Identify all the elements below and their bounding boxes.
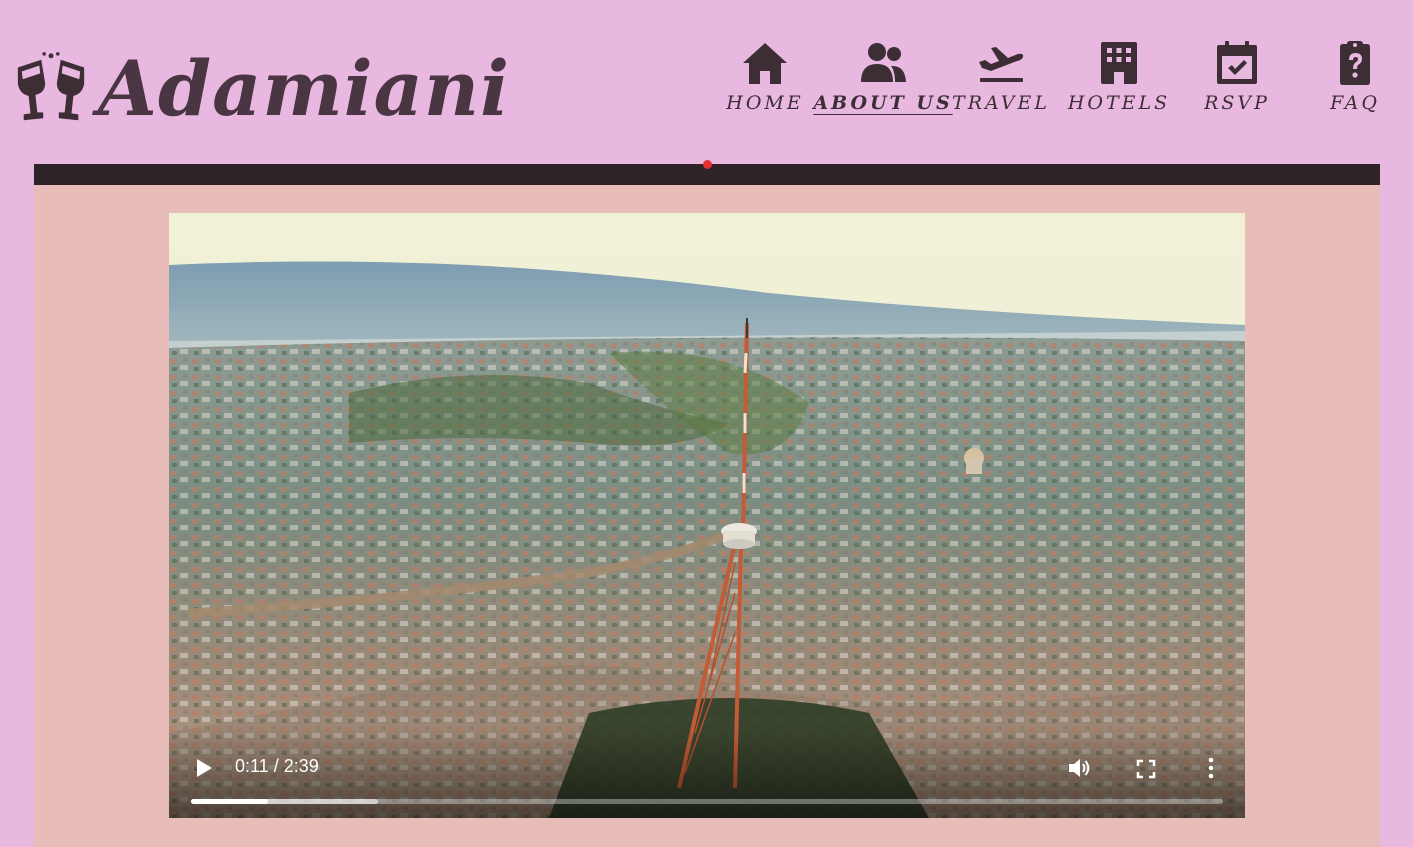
users-icon (861, 43, 906, 82)
main-nav: HOME ABOUT US TRAVEL HOTELS RSVP FAQ (700, 40, 1413, 130)
calendar-check-icon (1217, 41, 1257, 84)
nav-item-about-us[interactable]: ABOUT US (813, 40, 950, 126)
video-time-display: 0:11 / 2:39 (235, 756, 319, 776)
nav-item-travel[interactable]: TRAVEL (942, 40, 1060, 126)
nav-label-about-us: ABOUT US (813, 92, 953, 114)
fullscreen-icon[interactable] (1136, 759, 1156, 779)
nav-item-faq[interactable]: FAQ (1296, 40, 1413, 126)
nav-label-faq: FAQ (1330, 92, 1380, 114)
play-icon[interactable] (195, 758, 213, 778)
brand-name: Adamiani (98, 44, 511, 133)
brand-logo[interactable]: Adamiani (12, 44, 510, 134)
nav-label-hotels: HOTELS (1067, 92, 1171, 114)
cheers-glasses-icon (17, 52, 85, 121)
video-controls: 0:11 / 2:39 (169, 728, 1245, 818)
nav-item-home[interactable]: HOME (706, 40, 824, 126)
nav-label-travel: TRAVEL (952, 92, 1050, 114)
nav-label-rsvp: RSVP (1204, 92, 1270, 114)
nav-label-home: HOME (726, 92, 804, 114)
volume-icon[interactable] (1067, 756, 1093, 780)
hotel-icon (1101, 42, 1137, 84)
video-played-bar (191, 799, 269, 804)
video-player[interactable]: 0:11 / 2:39 (169, 213, 1245, 818)
clipboard-question-icon (1340, 41, 1370, 85)
plane-icon (979, 47, 1024, 82)
more-options-icon[interactable] (1205, 757, 1217, 779)
house-icon (743, 43, 787, 84)
nav-item-hotels[interactable]: HOTELS (1060, 40, 1178, 126)
nav-item-rsvp[interactable]: RSVP (1178, 40, 1296, 126)
red-indicator-dot (703, 160, 712, 169)
video-progress-bar[interactable] (191, 799, 1223, 804)
